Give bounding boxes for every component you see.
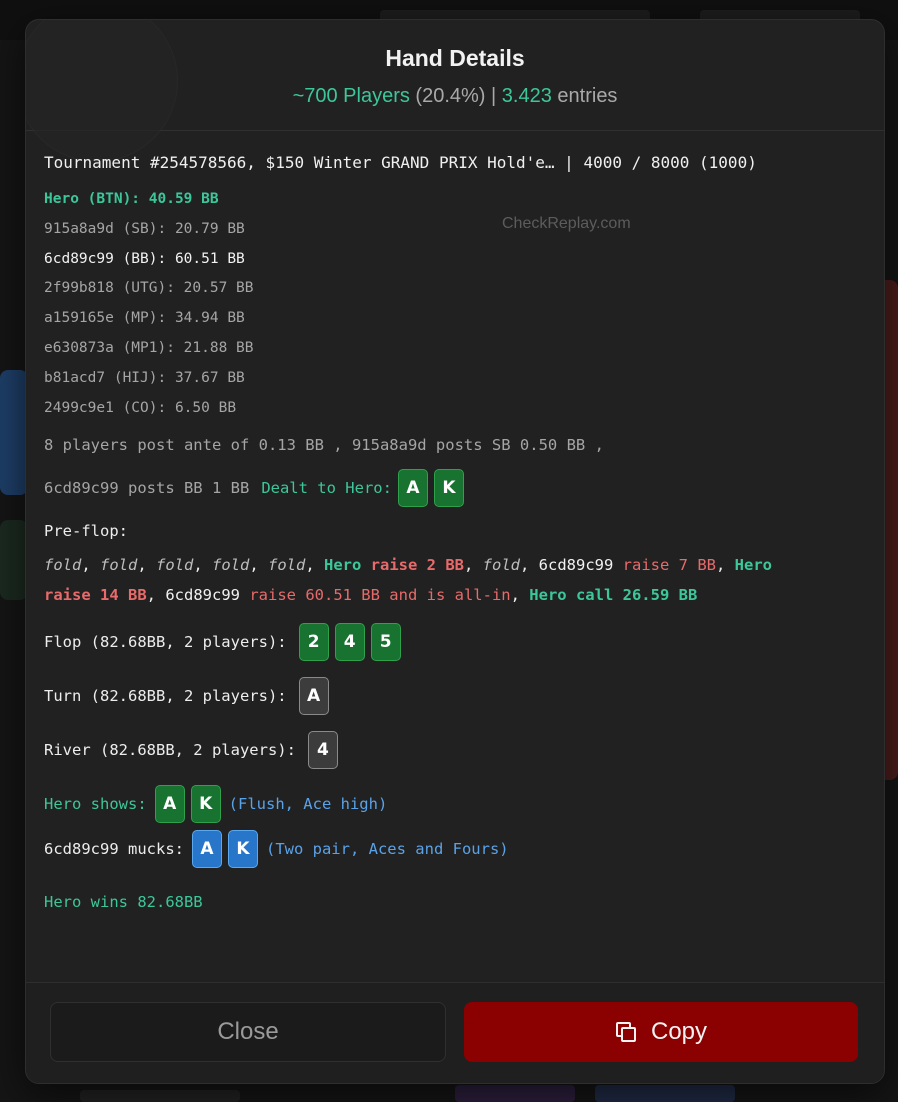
villain-mucks-row: 6cd89c99 mucks: A K (Two pair, Aces and … — [44, 829, 866, 869]
preflop-label: Pre-flop: — [44, 520, 866, 542]
result-line: Hero wins 82.68BB — [44, 891, 866, 913]
close-button[interactable]: Close — [50, 1002, 446, 1062]
flop-card: 5 — [370, 623, 401, 662]
hero-show-card: K — [190, 785, 221, 824]
action-sep: , — [193, 556, 212, 575]
close-button-label: Close — [217, 1018, 279, 1045]
river-card: 4 — [307, 731, 338, 770]
hero-hole-card: K — [433, 469, 464, 508]
action-villain: 6cd89c99 — [165, 586, 240, 605]
modal-header: Hand Details ~700 Players (20.4%) | 3.42… — [26, 20, 884, 162]
hero-shows-row: Hero shows: A K (Flush, Ace high) — [44, 784, 866, 824]
background-blob — [455, 1085, 575, 1102]
action-sep: , — [137, 556, 156, 575]
watermark: CheckReplay.com — [502, 215, 631, 232]
villain-card: K — [227, 830, 258, 869]
action-sep: , — [81, 556, 100, 575]
action-fold: fold — [44, 556, 82, 575]
posts-ante: 8 players post ante of 0.13 BB , 915a8a9… — [44, 436, 604, 455]
preflop-label-text: Pre-flop: — [44, 522, 128, 541]
copy-button-label: Copy — [650, 1018, 708, 1045]
action-sep: , — [146, 586, 166, 605]
copy-button[interactable]: Copy — [464, 1002, 858, 1062]
turn-label: Turn (82.68BB, 2 players): — [44, 687, 287, 706]
action-fold: fold — [100, 556, 138, 575]
posts-line: 8 players post ante of 0.13 BB , 915a8a9… — [44, 432, 866, 458]
background-blob — [595, 1085, 735, 1102]
preflop-actions: fold, fold, fold, fold, fold, Hero raise… — [44, 550, 866, 610]
flop-card: 2 — [298, 623, 329, 662]
action-fold: fold — [156, 556, 194, 575]
action-hero: Hero — [734, 556, 772, 575]
modal-footer: Close Copy — [26, 982, 884, 1083]
result-text: Hero wins 82.68BB — [44, 893, 203, 912]
action-fold: fold — [212, 556, 250, 575]
turn-row: Turn (82.68BB, 2 players): A — [44, 676, 866, 716]
action-hero: Hero — [324, 556, 362, 575]
hand-details-modal: Hand Details ~700 Players (20.4%) | 3.42… — [25, 19, 885, 1084]
background-blob — [80, 1090, 240, 1102]
player-list: Hero (BTN): 40.59 BB 915a8a9d (SB): 20.7… — [44, 185, 866, 423]
flop-card: 4 — [334, 623, 365, 662]
hero-show-card: A — [154, 785, 185, 824]
action-villain-allin: raise 60.51 BB and is all-in — [249, 586, 511, 605]
river-label: River (82.68BB, 2 players): — [44, 741, 296, 760]
players-count: ~700 Players — [292, 85, 410, 107]
posts-bb-line: 6cd89c99 posts BB 1 BB Dealt to Hero: A … — [44, 468, 866, 508]
action-sep: , — [520, 556, 539, 575]
action-fold: fold — [482, 556, 520, 575]
player-row: b81acd7 (HIJ): 37.67 BB — [44, 369, 245, 386]
hand-history: Tournament #254578566, $150 Winter GRAND… — [26, 153, 884, 913]
action-sep: , — [716, 556, 735, 575]
flop-row: Flop (82.68BB, 2 players): 2 4 5 — [44, 622, 866, 662]
dealt-to-hero-label: Dealt to Hero: — [261, 479, 392, 498]
entries-label: entries — [557, 85, 618, 107]
turn-card: A — [298, 677, 329, 716]
tournament-info: Tournament #254578566, $150 Winter GRAND… — [44, 153, 757, 172]
entries-count: 3.423 — [501, 85, 552, 107]
villain-card: A — [191, 830, 222, 869]
river-row: River (82.68BB, 2 players): 4 — [44, 730, 866, 770]
action-hero-raise: raise 2 BB — [370, 556, 464, 575]
posts-bb: 6cd89c99 posts BB 1 BB — [44, 479, 250, 498]
player-row: 915a8a9d (SB): 20.79 BB — [44, 220, 245, 237]
copy-icon — [615, 1021, 637, 1043]
player-row: 2499c9e1 (CO): 6.50 BB — [44, 399, 237, 416]
players-percent: (20.4%) — [415, 85, 486, 107]
villain-hand-rank: (Two pair, Aces and Fours) — [265, 840, 509, 859]
hero-shows-label: Hero shows: — [44, 795, 147, 814]
action-villain: 6cd89c99 — [538, 556, 614, 575]
hero-hole-card: A — [397, 469, 428, 508]
action-sep: , — [305, 556, 324, 575]
modal-title: Hand Details — [385, 45, 525, 71]
action-hero: Hero — [529, 586, 567, 605]
modal-subtitle: ~700 Players (20.4%) | 3.423 entries — [26, 85, 884, 108]
hero-hand-rank: (Flush, Ace high) — [228, 795, 388, 814]
action-hero-raise: raise 14 BB — [44, 586, 147, 605]
action-hero-call: call 26.59 BB — [575, 586, 698, 605]
action-villain-raise: raise 7 BB — [622, 556, 716, 575]
background-blob — [0, 370, 28, 495]
flop-label: Flop (82.68BB, 2 players): — [44, 633, 287, 652]
player-row: a159165e (MP): 34.94 BB — [44, 310, 245, 327]
player-row: e630873a (MP1): 21.88 BB — [44, 339, 254, 356]
player-row: 2f99b818 (UTG): 20.57 BB — [44, 280, 254, 297]
background-blob — [0, 520, 28, 600]
player-row-hero: Hero (BTN): 40.59 BB — [44, 191, 219, 207]
action-sep: , — [464, 556, 483, 575]
action-sep: , — [249, 556, 268, 575]
player-row-villain: 6cd89c99 (BB): 60.51 BB — [44, 250, 245, 267]
subtitle-separator: | — [491, 85, 497, 107]
action-sep: , — [510, 586, 530, 605]
action-fold: fold — [268, 556, 306, 575]
villain-mucks-label: 6cd89c99 mucks: — [44, 840, 184, 859]
